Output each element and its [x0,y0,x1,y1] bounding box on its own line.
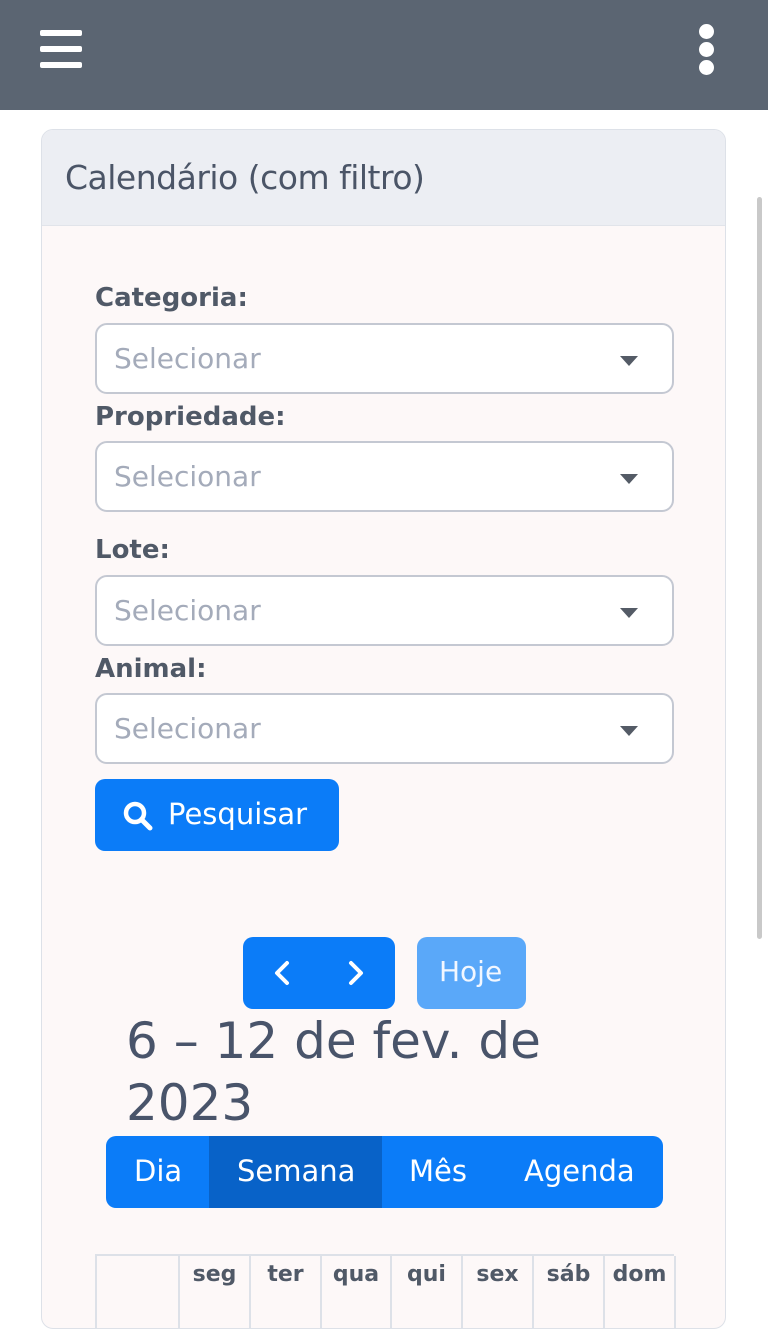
view-agenda-button[interactable]: Agenda [498,1136,663,1208]
view-week-label: Semana [237,1154,356,1188]
chevron-down-icon [620,474,638,484]
scrollbar[interactable] [757,197,762,939]
view-week-button[interactable]: Semana [209,1136,382,1208]
view-month-label: Mês [409,1154,467,1188]
property-placeholder: Selecionar [114,460,261,493]
card-header: Calendário (com filtro) [42,130,725,226]
view-month-button[interactable]: Mês [382,1136,498,1208]
view-day-label: Dia [134,1154,183,1188]
category-select[interactable]: Selecionar [95,323,674,394]
today-button[interactable]: Hoje [417,937,526,1009]
kebab-menu-icon[interactable] [696,24,718,76]
day-header-wed[interactable]: qua [322,1256,392,1328]
day-header-sun[interactable]: dom [605,1256,676,1328]
day-header-label: seg [192,1262,237,1287]
chevron-right-icon[interactable] [337,955,373,991]
card-title: Calendário (com filtro) [65,158,425,197]
day-header-fri[interactable]: sex [463,1256,534,1328]
calendar-card: Calendário (com filtro) Categoria: Selec… [41,129,726,1329]
date-range-title: 6 – 12 de fev. de 2023 [126,1012,541,1132]
search-icon [123,801,153,831]
search-button[interactable]: Pesquisar [95,779,339,851]
day-header-mon[interactable]: seg [180,1256,251,1328]
calendar-nav-group [243,937,395,1009]
day-header-label: sex [476,1262,519,1287]
animal-placeholder: Selecionar [114,712,261,745]
chevron-down-icon [620,356,638,366]
day-header-thu[interactable]: qui [392,1256,463,1328]
lot-label: Lote: [95,535,170,565]
chevron-down-icon [620,726,638,736]
view-switcher: Dia Semana Mês Agenda [106,1136,663,1208]
property-select[interactable]: Selecionar [95,441,674,512]
week-grid-header: seg ter qua qui sex sáb dom [95,1254,676,1328]
day-header-label: qua [332,1262,380,1287]
search-button-label: Pesquisar [168,797,308,831]
lot-select[interactable]: Selecionar [95,575,674,646]
time-gutter-header [97,1256,180,1328]
animal-select[interactable]: Selecionar [95,693,674,764]
day-header-label: dom [612,1262,667,1287]
chevron-down-icon [620,608,638,618]
property-label: Propriedade: [95,402,286,432]
day-header-label: ter [267,1262,304,1287]
view-agenda-label: Agenda [524,1154,635,1188]
animal-label: Animal: [95,654,207,684]
day-header-sat[interactable]: sáb [534,1256,605,1328]
view-day-button[interactable]: Dia [106,1136,209,1208]
day-header-label: qui [407,1262,446,1287]
top-app-bar [0,0,768,110]
hamburger-menu-icon[interactable] [38,26,84,72]
category-placeholder: Selecionar [114,342,261,375]
day-header-tue[interactable]: ter [251,1256,322,1328]
category-label: Categoria: [95,283,248,313]
day-header-label: sáb [546,1262,591,1287]
today-button-label: Hoje [439,955,503,988]
chevron-left-icon[interactable] [265,955,301,991]
lot-placeholder: Selecionar [114,594,261,627]
